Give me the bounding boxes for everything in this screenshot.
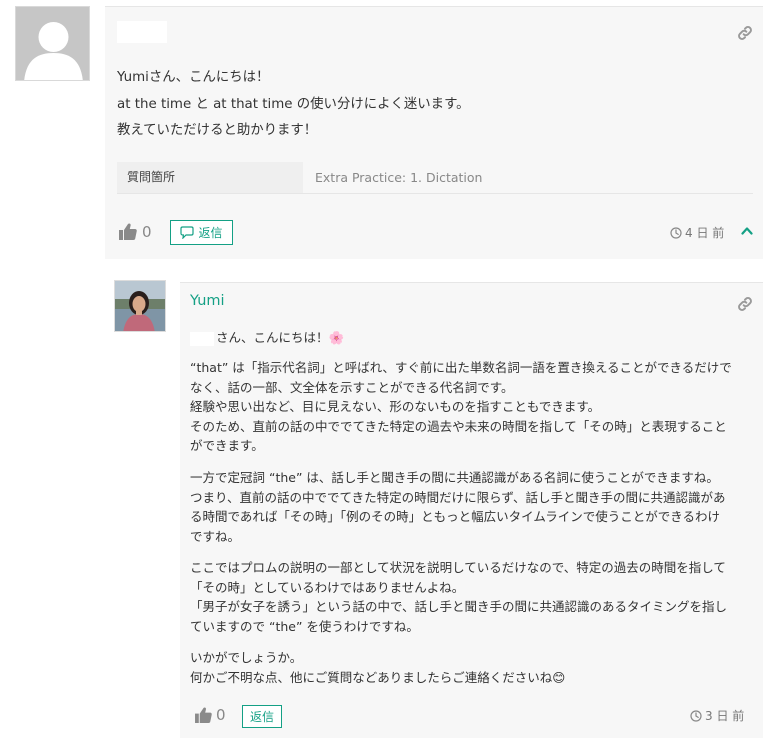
- person-silhouette-icon: [16, 7, 89, 80]
- reply-line: 「その時」としているわけではありませんよね。: [190, 579, 465, 595]
- reply-line: ですね。: [190, 528, 241, 544]
- reply-line: 何かご不明な点、他にご質問などありましたらご連絡くださいね😊: [190, 669, 566, 685]
- reply-line: 「男子が女子を誘う」という話の中で、話し手と聞き手の間に共通認識のあるタイミング…: [190, 599, 728, 614]
- reply-line: ができます。: [190, 438, 264, 453]
- question-comment-card: Yumiさん、こんにちは！ at the time と at that time…: [105, 6, 763, 259]
- timestamp-text: 3 日 前: [705, 709, 745, 723]
- question-location-value: Extra Practice: 1. Dictation: [315, 170, 483, 185]
- reply-line: 経験や思い出など、目に見えない、形のないものを指すこともできます。: [190, 399, 601, 414]
- reply-author-name[interactable]: Yumi: [190, 293, 225, 309]
- timestamp: 4 日 前: [670, 224, 724, 241]
- permalink-icon[interactable]: [737, 296, 753, 312]
- clock-icon: [670, 226, 682, 239]
- user-avatar-default: [15, 6, 90, 81]
- mentioned-name-hidden: [190, 331, 214, 346]
- clock-icon: [690, 709, 702, 722]
- question-line: 教えていただけると助かります！: [117, 123, 318, 138]
- thumbs-up-icon[interactable]: [195, 707, 212, 723]
- reply-paragraph: “that” は「指示代名詞」と呼ばれ、すぐ前に出た単数名詞一語を置き換えること…: [190, 358, 755, 456]
- reply-button-label: 返信: [249, 710, 274, 724]
- like-count: 0: [142, 223, 152, 241]
- like-count: 0: [216, 706, 226, 724]
- timestamp: 3 日 前: [690, 707, 744, 724]
- chevron-up-icon[interactable]: [741, 226, 753, 235]
- speech-bubble-icon: [180, 226, 195, 239]
- reply-comment-card: Yumi さん、こんにちは！🌸 “that” は「指示代名詞」と呼ばれ、すぐ前に…: [180, 282, 763, 738]
- reply-greeting: さん、こんにちは！🌸: [190, 329, 344, 347]
- reply-line: 一方で定冠詞 “the” は、話し手と聞き手の間に共通認識がある名詞に使うことが…: [190, 470, 719, 485]
- question-line: Yumiさん、こんにちは！: [117, 70, 270, 85]
- question-body: Yumiさん、こんにちは！ at the time と at that time…: [117, 65, 470, 145]
- reply-line: いかがでしょうか。: [190, 650, 303, 665]
- question-location-row: 質問箇所 Extra Practice: 1. Dictation: [117, 162, 753, 194]
- author-name-hidden: [117, 21, 167, 43]
- reply-line: ていますので “the” を使うわけですね。: [190, 618, 419, 634]
- reply-greeting-text: さん、こんにちは！🌸: [216, 330, 345, 345]
- reply-button-label: 返信: [198, 226, 223, 240]
- reply-line: つまり、直前の話の中ででてきた特定の時間だけに限らず、話し手と聞き手の間に共通認…: [190, 489, 726, 505]
- reply-line: ここではプロムの説明の一部として状況を説明しているだけなので、特定の過去の時間を…: [190, 560, 726, 575]
- reply-line: そのため、直前の話の中ででてきた特定の過去や未来の時間を指して「その時」と表現す…: [190, 418, 727, 434]
- reply-paragraph: ここではプロムの説明の一部として状況を説明しているだけなので、特定の過去の時間を…: [190, 558, 755, 636]
- thumbs-up-icon[interactable]: [119, 223, 137, 240]
- avatar-photo: [115, 281, 165, 331]
- timestamp-text: 4 日 前: [685, 226, 725, 240]
- yumi-avatar: [114, 280, 166, 332]
- reply-button[interactable]: 返信: [170, 220, 233, 245]
- reply-line: なく、話の一部、文全体を示すことができる代名詞です。: [190, 379, 514, 395]
- question-line: at the time と at that time の使い分けによく迷います。: [117, 96, 470, 112]
- reply-paragraph: いかがでしょうか。 何かご不明な点、他にご質問などありましたらご連絡くださいね😊: [190, 648, 755, 687]
- reply-button[interactable]: 返信: [242, 705, 282, 728]
- question-location-label: 質問箇所: [117, 162, 303, 193]
- permalink-icon[interactable]: [737, 25, 753, 41]
- reply-line: “that” は「指示代名詞」と呼ばれ、すぐ前に出た単数名詞一語を置き換えること…: [190, 360, 732, 375]
- reply-paragraph: 一方で定冠詞 “the” は、話し手と聞き手の間に共通認識がある名詞に使うことが…: [190, 468, 755, 546]
- reply-line: る時間であれば「その時」「例のその時」ともっと幅広いタイムラインで使うことができ…: [190, 509, 721, 524]
